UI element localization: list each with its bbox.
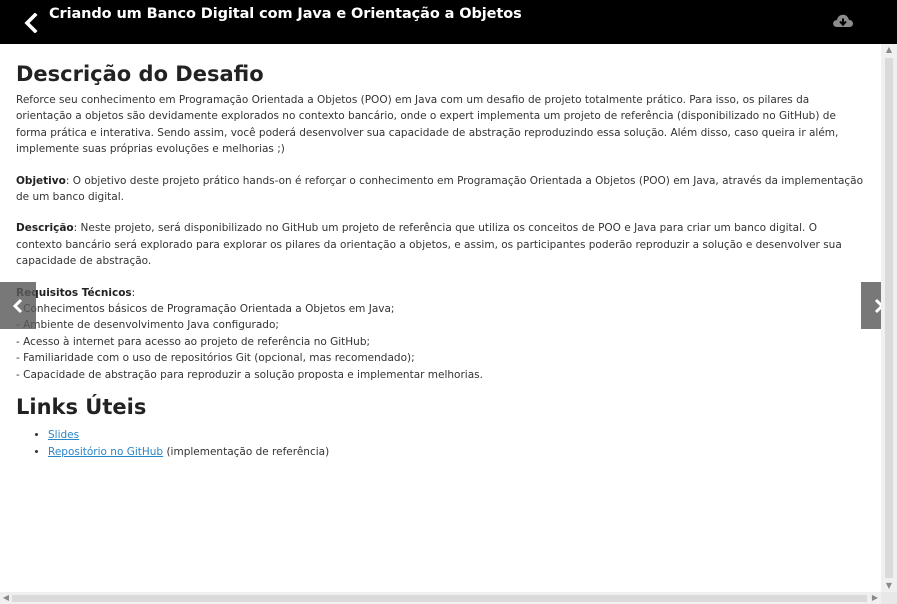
objective-text: : O objetivo deste projeto prático hands…	[16, 174, 864, 204]
links-list: Slides Repositório no GitHub (implementa…	[16, 427, 865, 460]
objective-paragraph: Objetivo: O objetivo deste projeto práti…	[16, 173, 865, 206]
description-heading: Descrição do Desafio	[16, 62, 264, 86]
description-paragraph: Descrição: Neste projeto, será disponibi…	[16, 220, 865, 269]
objective-label: Objetivo	[16, 174, 66, 187]
back-button[interactable]	[18, 10, 44, 36]
link-suffix: (implementação de referência)	[163, 445, 330, 458]
description-label: Descrição	[16, 222, 74, 235]
intro-paragraph: Reforce seu conhecimento em Programação …	[16, 94, 839, 156]
scroll-down-arrow-icon[interactable]: ▼	[881, 580, 897, 592]
requirement-item: - Ambiente de desenvolvimento Java confi…	[16, 319, 279, 332]
previous-button[interactable]	[0, 282, 36, 329]
scrollbar-thumb[interactable]	[885, 58, 893, 578]
requirements-paragraph: Requisitos Técnicos: - Conhecimentos bás…	[16, 285, 865, 383]
list-item: Repositório no GitHub (implementação de …	[48, 444, 865, 461]
vertical-scrollbar[interactable]: ▲ ▼	[881, 44, 897, 592]
slides-link[interactable]: Slides	[48, 429, 79, 441]
challenge-content: Descrição do Desafio Reforce seu conheci…	[0, 44, 881, 592]
list-item: Slides	[48, 427, 865, 444]
cloud-download-icon	[833, 14, 853, 27]
scrollbar-thumb[interactable]	[12, 595, 867, 602]
requirement-item: - Acesso à internet para acesso ao proje…	[16, 335, 371, 348]
horizontal-scrollbar[interactable]: ◀ ▶	[0, 592, 881, 604]
chevron-left-icon	[12, 298, 23, 313]
scrollbar-corner	[881, 592, 897, 604]
description-text: : Neste projeto, será disponibilizado no…	[16, 222, 842, 268]
requirement-item: - Capacidade de abstração para reproduzi…	[16, 368, 483, 381]
requirements-colon: :	[131, 286, 136, 299]
scroll-up-arrow-icon[interactable]: ▲	[881, 44, 897, 56]
chevron-left-icon	[24, 13, 38, 33]
download-button[interactable]	[831, 10, 855, 32]
scroll-right-arrow-icon[interactable]: ▶	[869, 592, 881, 604]
requirement-item: - Conhecimentos básicos de Programação O…	[16, 303, 395, 316]
links-heading: Links Úteis	[16, 395, 147, 420]
requirement-item: - Familiaridade com o uso de repositório…	[16, 352, 415, 365]
page-title: Criando um Banco Digital com Java e Orie…	[49, 6, 522, 22]
github-repo-link[interactable]: Repositório no GitHub	[48, 446, 163, 458]
scroll-left-arrow-icon[interactable]: ◀	[0, 592, 12, 604]
top-bar: Criando um Banco Digital com Java e Orie…	[0, 0, 897, 44]
